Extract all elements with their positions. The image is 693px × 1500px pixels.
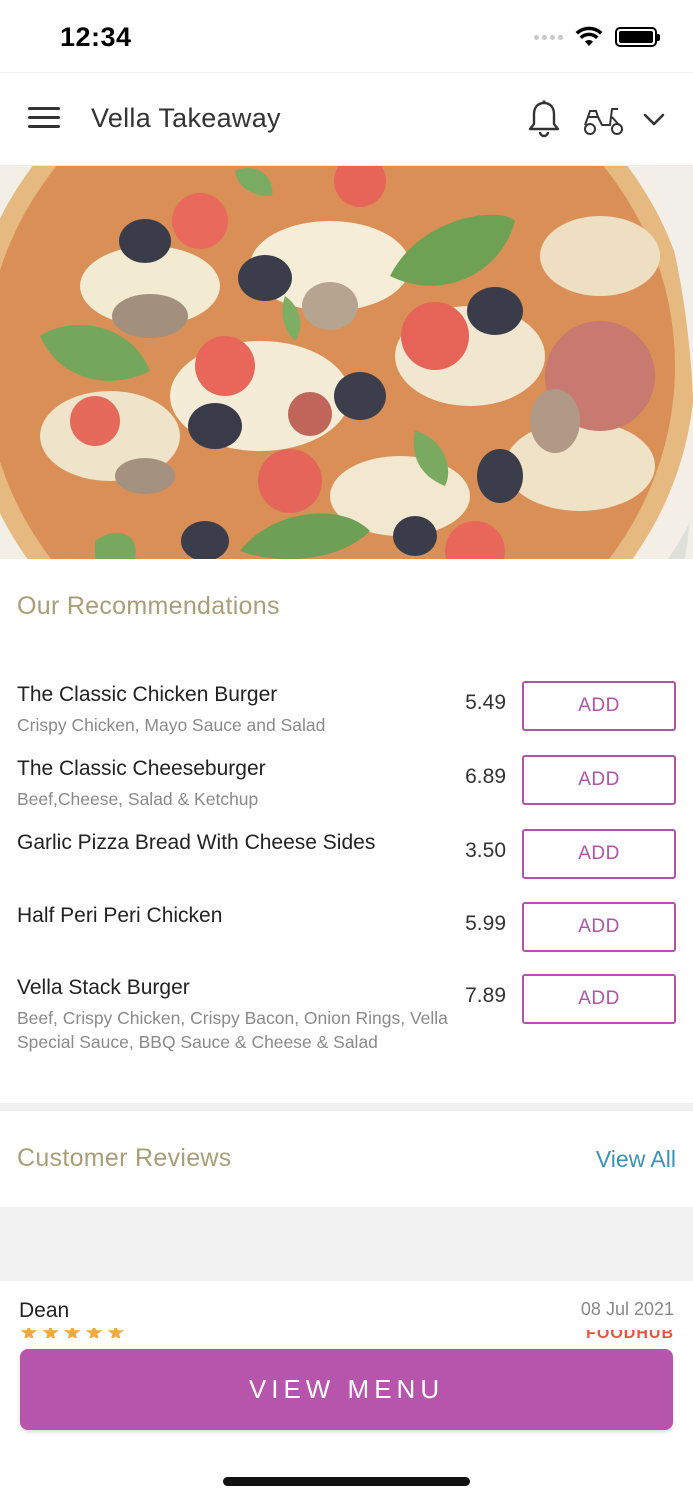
item-price: 5.99 <box>465 912 506 935</box>
battery-level <box>619 31 653 43</box>
review-date: 08 Jul 2021 <box>580 1299 674 1319</box>
item-name: Garlic Pizza Bread With Cheese Sides <box>17 831 376 854</box>
item-price: 5.49 <box>465 691 506 714</box>
app-title: Vella Takeaway <box>91 103 281 133</box>
hamburger-menu-icon[interactable] <box>28 107 60 131</box>
status-bar: 12:34 <box>0 0 693 72</box>
item-name: The Classic Cheeseburger <box>17 757 266 780</box>
reviewer-name: Dean <box>19 1299 70 1322</box>
item-description: Beef, Crispy Chicken, Crispy Bacon, Onio… <box>17 1008 448 1052</box>
add-button[interactable]: ADD <box>522 974 676 1024</box>
add-button[interactable]: ADD <box>522 829 676 879</box>
status-icons <box>534 26 660 48</box>
home-indicator[interactable] <box>223 1477 470 1486</box>
cellular-dots-icon <box>534 34 563 40</box>
item-description: Crispy Chicken, Mayo Sauce and Salad <box>17 715 326 735</box>
scooter-icon[interactable] <box>582 103 626 137</box>
reviews-title: Customer Reviews <box>17 1144 232 1172</box>
chevron-down-icon[interactable] <box>640 107 668 131</box>
item-price: 3.50 <box>465 839 506 862</box>
battery-icon <box>615 27 660 47</box>
view-all-link[interactable]: View All <box>596 1146 676 1173</box>
add-button[interactable]: ADD <box>522 681 676 731</box>
hero-image <box>0 166 693 559</box>
item-name: Half Peri Peri Chicken <box>17 904 223 927</box>
section-divider <box>0 1103 693 1111</box>
item-description: Beef,Cheese, Salad & Ketchup <box>17 789 259 809</box>
item-name: Vella Stack Burger <box>17 976 190 999</box>
review-source-badge: FOODHUB <box>586 1330 674 1338</box>
wifi-icon <box>575 26 603 46</box>
recommendations-title: Our Recommendations <box>17 592 280 620</box>
app-header: Vella Takeaway <box>0 72 693 166</box>
item-name: The Classic Chicken Burger <box>17 683 278 706</box>
add-button[interactable]: ADD <box>522 755 676 805</box>
add-button[interactable]: ADD <box>522 902 676 952</box>
view-menu-button[interactable]: VIEW MENU <box>20 1349 673 1430</box>
item-price: 6.89 <box>465 765 506 788</box>
review-rating-stars: ★★★★★ <box>19 1328 128 1338</box>
item-price: 7.89 <box>465 984 506 1007</box>
reviews-carousel-gap <box>0 1207 693 1281</box>
bell-icon[interactable] <box>525 99 563 139</box>
status-time: 12:34 <box>60 22 132 52</box>
